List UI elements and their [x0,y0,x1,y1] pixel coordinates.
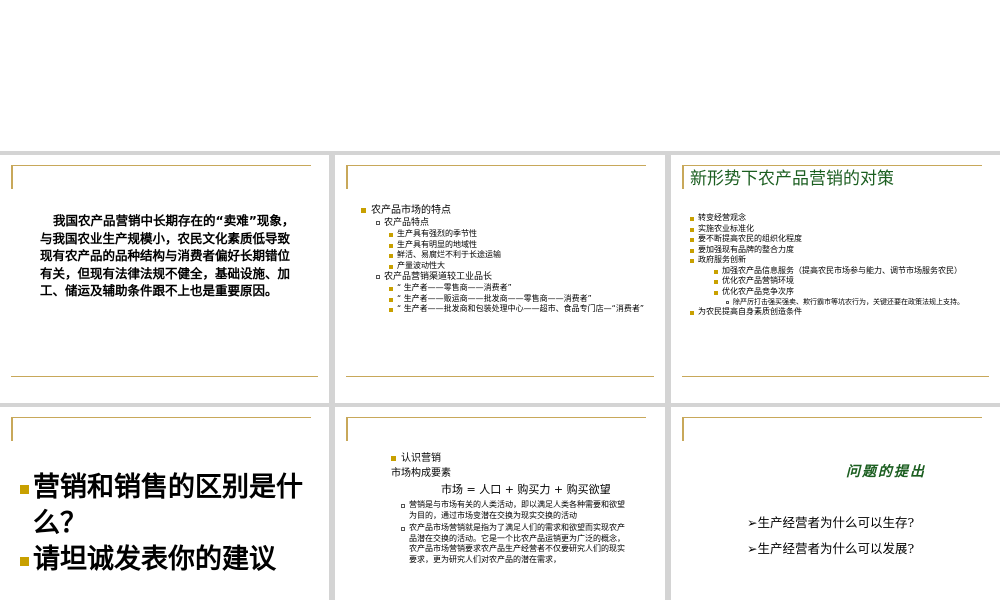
slide5-heading: 认识营销 [391,452,631,465]
slide6-title: 问题的提出 [846,464,926,480]
list-item: 营销是与市场有关的人类活动，即以满足人类各种需要和欲望为目的，通过市场变潜在交换… [401,500,629,521]
list-item: 生产具有强烈的季节性 [389,229,656,240]
hollow-square-bullet-icon [726,301,729,304]
list-item: 政府服务创新 [690,255,990,266]
slide3-title: 新形势下农产品营销的对策 [690,169,894,189]
slide2-heading: 农产品市场的特点 [361,204,656,217]
list-item: 除严厉打击强买强卖、欺行霸市等坑农行为，关键还要在政策法规上支持。 [726,297,990,307]
square-bullet-icon [690,311,694,315]
list-item: 要不断提高农民的组织化程度 [690,234,990,245]
slide-corner-rule [346,165,348,189]
arrow-bullet-icon: ➢ [747,515,758,530]
slide-bottom-rule [346,376,654,377]
list-item: 为农民提高自身素质创造条件 [690,307,990,318]
list-item: 实施农业标准化 [690,224,990,235]
slide-top-rule [682,165,982,166]
list-item: 要加强现有品牌的整合力度 [690,245,990,256]
square-bullet-icon [389,254,393,258]
square-bullet-icon [389,287,393,291]
slide-thumbnail-6[interactable]: 问题的提出 ➢生产经营者为什么可以生存? ➢生产经营者为什么可以发展? [671,407,1000,600]
square-bullet-icon [389,308,393,312]
slide-top-rule [346,417,646,418]
slide-corner-rule [682,417,684,441]
slide-corner-rule [682,165,684,189]
list-item: “ 生产者——零售商——消费者” [389,283,644,294]
slide-thumbnail-5[interactable]: 认识营销 市场构成要素 市场 = 人口 + 购买力 + 购买欲望 营销是与市场有… [335,407,665,600]
slide-thumbnail-4[interactable]: 营销和销售的区别是什么？ 请坦诚发表你的建议 [0,407,329,600]
arrow-bullet-icon: ➢ [747,541,758,556]
slide-corner-rule [11,165,13,189]
square-bullet-icon [690,248,694,253]
list-item: 生产具有明显的地域性 [389,240,656,251]
slide-bottom-rule [682,376,989,377]
question-item: ➢生产经营者为什么可以发展? [747,541,915,556]
hollow-square-bullet-icon [401,527,405,531]
list-item: “ 生产者——批发商和包装处理中心——超市、食品专门店—“消费者” [389,304,644,315]
slide2-sub1: 农产品特点 [376,217,656,229]
list-item: “ 生产者——贩运商——批发商——零售商——消费者” [389,294,644,305]
square-bullet-icon [389,233,393,237]
square-bullet-icon [714,280,718,284]
slide-bottom-rule [11,376,318,377]
square-bullet-icon [690,217,694,221]
slide-thumbnail-1[interactable]: 我国农产品营销中长期存在的“卖难”现象，与我国农业生产规模小，农民文化素质低导致… [0,155,329,403]
list-item: 转变经营观念 [690,213,990,224]
slide5-subheading: 市场构成要素 [391,468,451,479]
list-item: 优化农产品营销环境 [714,276,990,287]
square-bullet-icon [714,290,718,295]
square-bullet-icon [690,227,694,232]
slide4-question: 营销和销售的区别是什么？ [20,470,320,542]
slide-top-rule [11,165,311,166]
square-bullet-icon [20,485,29,494]
square-bullet-icon [690,238,694,242]
slide-thumbnail-2[interactable]: 农产品市场的特点 农产品特点 生产具有强烈的季节性 生产具有明显的地域性 鲜活、… [335,155,665,403]
slide-corner-rule [346,417,348,441]
square-bullet-icon [714,269,718,274]
square-bullet-icon [391,456,396,461]
square-bullet-icon [389,297,393,302]
square-bullet-icon [690,259,694,263]
square-bullet-icon [20,557,29,566]
slide-top-rule [11,417,311,418]
hollow-square-bullet-icon [376,221,380,225]
slide1-paragraph: 我国农产品营销中长期存在的“卖难”现象，与我国农业生产规模小，农民文化素质低导致… [40,213,295,298]
blank-top-area [0,0,1000,151]
slide-top-rule [682,417,982,418]
list-item: 产量波动性大 [389,261,656,272]
list-item: 鲜活、易腐烂不利于长途运输 [389,250,656,261]
question-item: ➢生产经营者为什么可以生存? [747,515,915,530]
list-item: 农产品市场营销就是指为了满足人们的需求和欲望而实现农产品潜在交换的活动。它是一个… [401,523,629,565]
square-bullet-icon [389,264,393,269]
hollow-square-bullet-icon [376,275,380,279]
slide5-formula: 市场 = 人口 + 购买力 + 购买欲望 [441,483,611,496]
hollow-square-bullet-icon [401,504,405,508]
square-bullet-icon [361,208,366,213]
slide-top-rule [346,165,646,166]
slide-thumbnail-3[interactable]: 新形势下农产品营销的对策 转变经营观念 实施农业标准化 要不断提高农民的组织化程… [671,155,1000,403]
list-item: 优化农产品竞争次序 [714,287,990,298]
slide-corner-rule [11,417,13,441]
list-item: 加强农产品信息服务（提高农民市场参与能力、调节市场服务农民） [714,266,990,277]
square-bullet-icon [389,243,393,248]
slide2-sub2: 农产品营销渠道较工业品长 [376,271,656,283]
slide4-prompt: 请坦诚发表你的建议 [20,542,320,578]
